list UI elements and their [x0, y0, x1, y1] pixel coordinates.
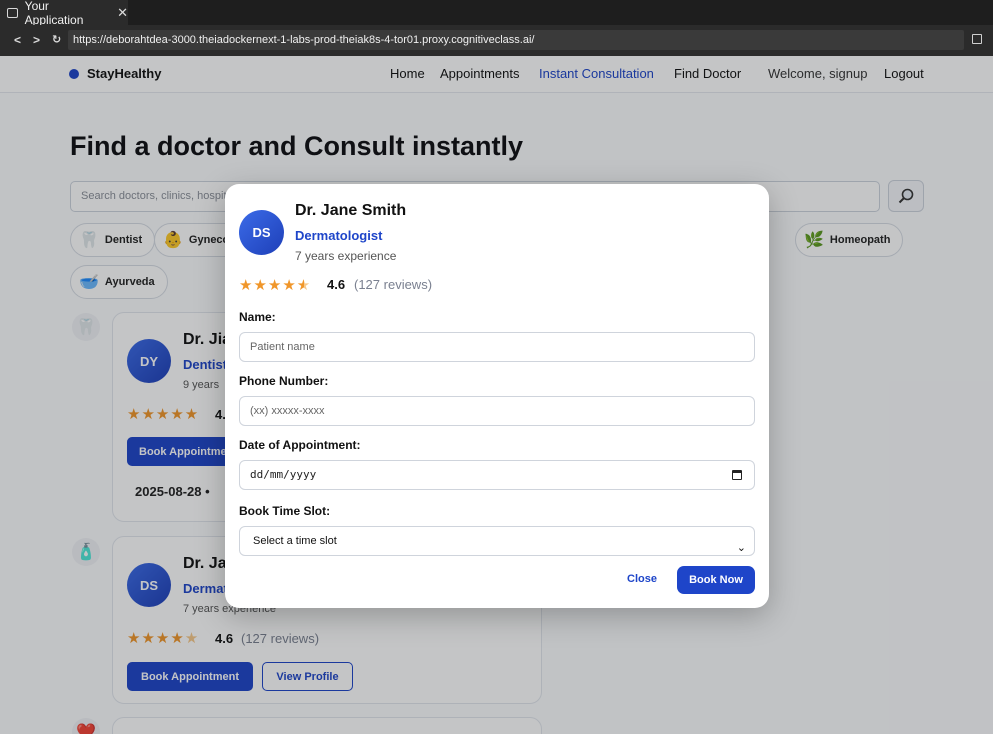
star-rating: ★★★★★ — [239, 277, 312, 294]
patient-name-input[interactable]: Patient name — [239, 332, 755, 362]
date-placeholder: dd/mm/yyyy — [250, 468, 317, 481]
tab-title: Your Application — [24, 0, 84, 27]
appointment-date-input[interactable]: dd/mm/yyyy — [239, 460, 755, 490]
date-label: Date of Appointment: — [239, 438, 361, 452]
close-button[interactable]: Close — [627, 573, 657, 585]
doctor-specialty: Dermatologist — [295, 228, 383, 243]
booking-modal: DS Dr. Jane Smith Dermatologist 7 years … — [225, 184, 769, 608]
reload-icon[interactable]: ↻ — [52, 33, 61, 46]
book-now-button[interactable]: Book Now — [677, 566, 755, 594]
back-icon[interactable]: < — [14, 33, 21, 47]
calendar-icon[interactable] — [732, 470, 742, 480]
phone-label: Phone Number: — [239, 374, 329, 388]
time-slot-select[interactable]: Select a time slot ⌄ — [239, 526, 755, 556]
doctor-name: Dr. Jane Smith — [295, 202, 407, 219]
chevron-down-icon: ⌄ — [736, 542, 746, 554]
phone-number-input[interactable]: (xx) xxxxx-xxxx — [239, 396, 755, 426]
window-icon — [7, 7, 18, 18]
time-slot-label: Book Time Slot: — [239, 504, 331, 518]
close-icon[interactable]: ✕ — [117, 5, 128, 21]
rating-value: 4.6 — [327, 277, 346, 292]
review-count: (127 reviews) — [354, 277, 433, 292]
open-external-icon[interactable] — [972, 34, 982, 44]
name-label: Name: — [239, 310, 276, 324]
avatar: DS — [239, 210, 284, 255]
forward-icon[interactable]: > — [33, 33, 40, 47]
browser-tab-bar: Your Application ✕ — [0, 0, 993, 27]
doctor-experience: 7 years experience — [295, 249, 397, 263]
time-slot-value: Select a time slot — [253, 535, 337, 547]
url-bar[interactable]: https://deborahtdea-3000.theiadockernext… — [68, 30, 964, 50]
browser-tab[interactable]: Your Application ✕ — [0, 0, 128, 27]
browser-toolbar: < > ↻ https://deborahtdea-3000.theiadock… — [0, 25, 993, 56]
